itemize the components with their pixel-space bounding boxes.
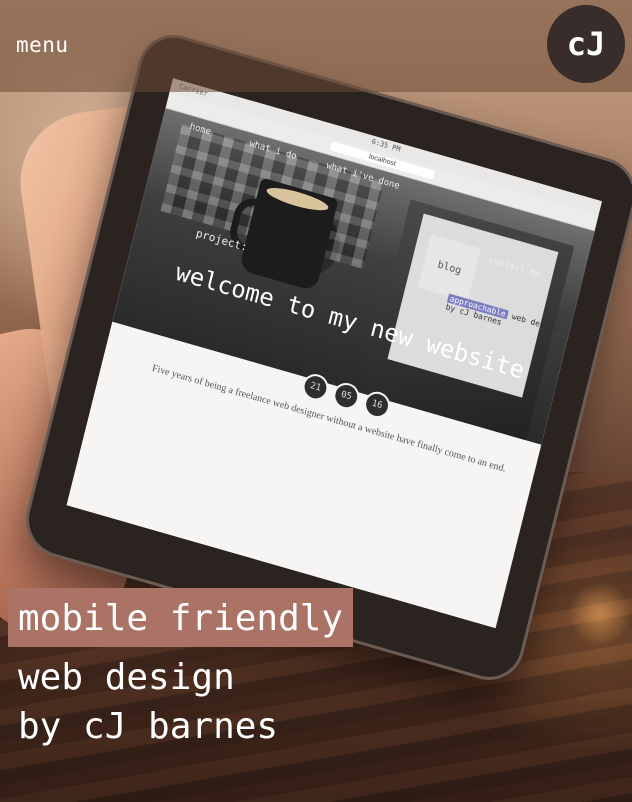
light-bokeh — [568, 582, 632, 646]
date-month: 05 — [330, 379, 362, 413]
hero-tagline: mobile friendly web design by cJ barnes — [8, 588, 354, 747]
menu-button[interactable]: menu — [16, 33, 69, 57]
tagline-line2: web design — [18, 657, 235, 698]
logo-badge[interactable]: cJ — [547, 5, 625, 83]
header-bar — [0, 0, 632, 92]
date-year: 16 — [361, 388, 393, 422]
tagline-highlight: mobile friendly — [8, 588, 354, 647]
tablet-screen: Carrier 6:35 PM localhost home what i do… — [66, 78, 603, 629]
tagline-line3: by cJ barnes — [18, 706, 279, 747]
date-day: 21 — [299, 371, 332, 404]
logo-text: cJ — [566, 25, 606, 63]
